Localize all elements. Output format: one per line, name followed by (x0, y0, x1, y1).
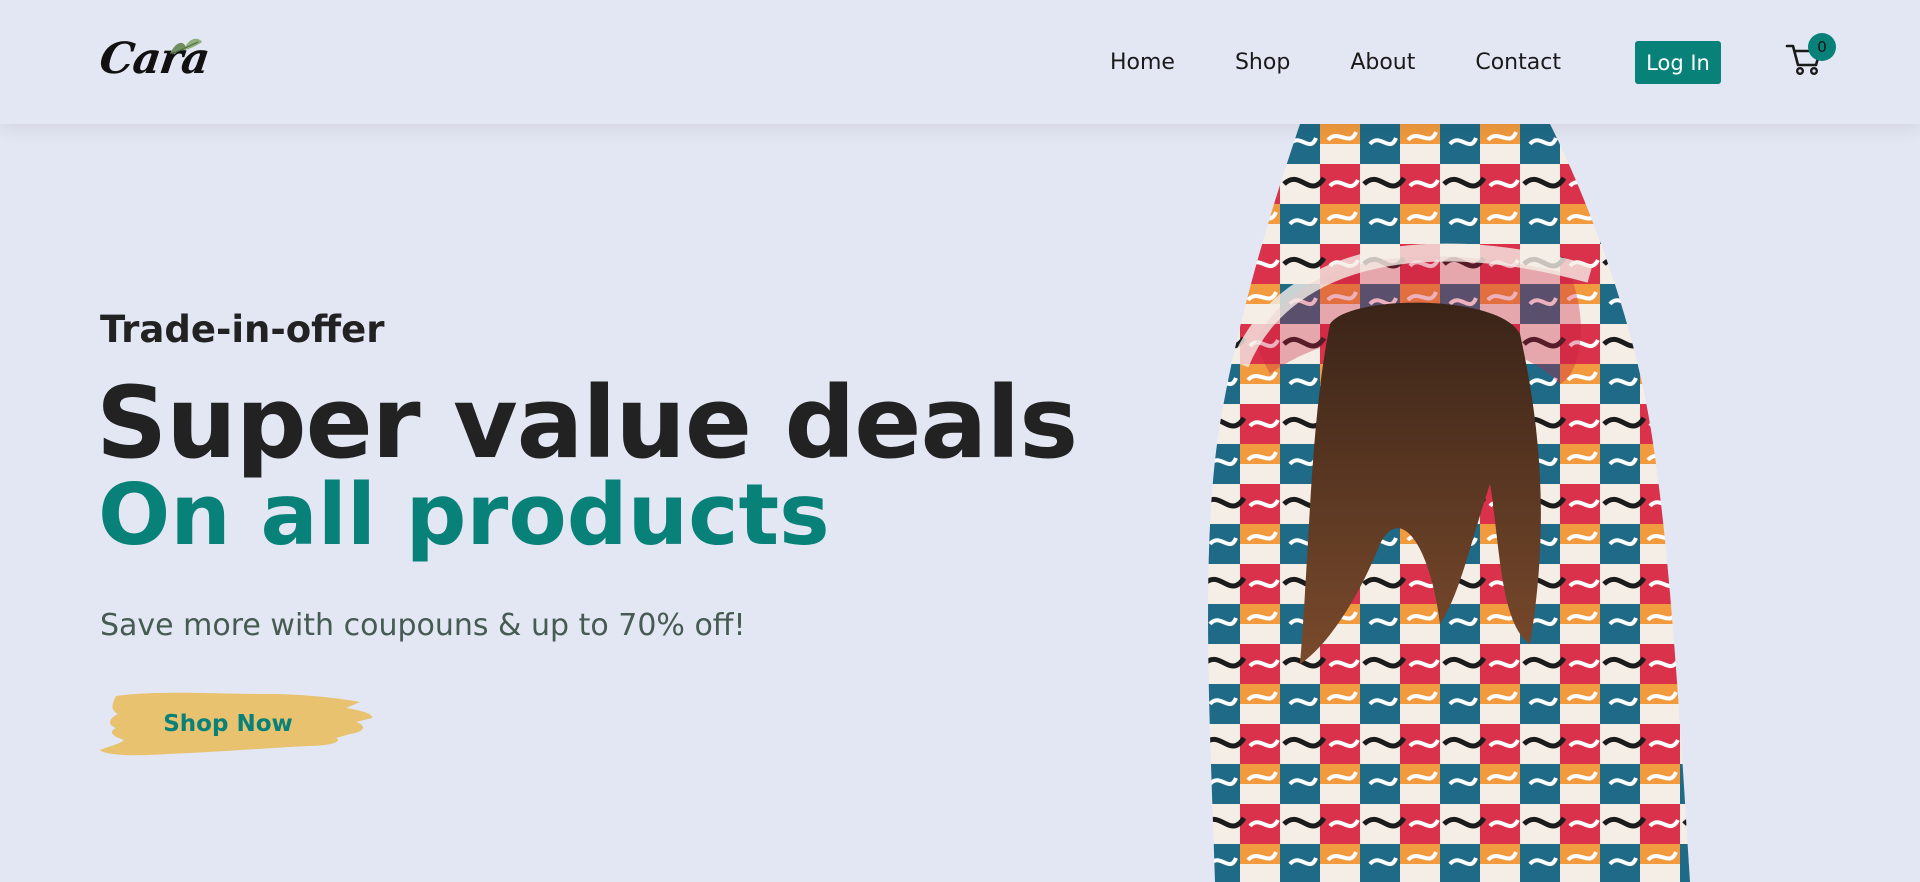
shop-now-label: Shop Now (163, 711, 293, 737)
hero-model-image (1208, 124, 1690, 882)
brand-logo[interactable]: Cara (96, 32, 212, 88)
nav-home[interactable]: Home (1110, 50, 1175, 75)
hero-description: Save more with coupouns & up to 70% off! (100, 608, 746, 643)
nav-contact[interactable]: Contact (1475, 50, 1561, 75)
site-header: Cara Home Shop About Contact Log In 0 (0, 0, 1920, 124)
main-nav: Home Shop About Contact (1110, 40, 1621, 84)
nav-about[interactable]: About (1350, 50, 1415, 75)
hero-eyebrow: Trade-in-offer (100, 308, 385, 351)
leaf-icon (170, 38, 202, 55)
hero-title: Super value deals (96, 366, 1078, 481)
hero-subtitle: On all products (98, 466, 830, 565)
cart-count-badge: 0 (1808, 33, 1836, 61)
hero-section: Trade-in-offer Super value deals On all … (0, 124, 1920, 882)
nav-shop[interactable]: Shop (1235, 50, 1290, 75)
login-button[interactable]: Log In (1635, 41, 1721, 84)
shop-now-button[interactable]: Shop Now (98, 688, 378, 760)
